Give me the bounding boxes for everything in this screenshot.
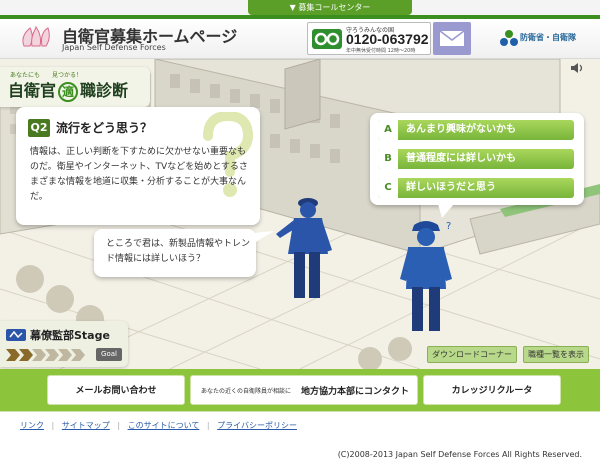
footer-divider — [0, 411, 600, 412]
phone-hours: 年中無休受付時間 12時〜20時 — [346, 48, 416, 54]
stage-progress: 幕僚監部Stage Goal — [0, 321, 128, 367]
speech-tail — [254, 231, 274, 243]
banner-title: 自衛官適職診断 — [8, 81, 128, 102]
call-center-tab[interactable]: ▼ 募集コールセンター — [248, 0, 412, 15]
stage-badge-icon — [6, 329, 26, 341]
answer-c-letter: C — [378, 178, 398, 198]
question-card: Q2 流行をどう思う？ 情報は、正しい判断を下すために欠かせない重要なものだ。衛… — [16, 107, 260, 225]
officer-character-icon — [276, 198, 332, 298]
stage-label: 幕僚監部Stage — [30, 329, 110, 342]
banner-title-a: 自衛官 — [8, 81, 57, 100]
sound-toggle-icon[interactable] — [570, 62, 584, 74]
student-character-icon: ? — [400, 221, 452, 331]
question-body: 情報は、正しい判断を下すために欠かせない重要なものだ。衛星やインターネット、TV… — [30, 147, 248, 202]
footer-links: リンク | サイトマップ | このサイトについて | プライバシーポリシー — [20, 420, 297, 431]
quiz-banner: あなたにも 見つかる！ 自衛官適職診断 — [0, 67, 150, 107]
answer-b-button[interactable]: B 普通程度には詳しいかも — [378, 149, 574, 169]
footer-separator: | — [117, 421, 121, 430]
goal-label: Goal — [96, 348, 122, 361]
banner-title-b: 適 — [58, 82, 79, 102]
banner-caption: あなたにも 見つかる！ — [10, 72, 83, 79]
contact-label: 地方協力本部にコンタクト — [301, 387, 410, 397]
college-recruiter-button[interactable]: カレッジリクルータ — [423, 375, 561, 405]
ministry-label: 防衛省・自衛隊 — [520, 33, 576, 42]
bottom-nav: メールお問い合わせ あなたの近くの自衛隊員が相談に 地方協力本部にコンタクト カ… — [0, 369, 600, 411]
speech-bubble: ところで君は、新製品情報やトレンド情報には詳しいほう？ — [94, 229, 256, 277]
contact-office-button[interactable]: あなたの近くの自衛隊員が相談に 地方協力本部にコンタクト — [190, 375, 418, 405]
footer-separator: | — [51, 421, 55, 430]
answer-a-button[interactable]: A あんまり興味がないかも — [378, 120, 574, 140]
answer-c-button[interactable]: C 詳しいほうだと思う — [378, 178, 574, 198]
progress-arrows-icon — [6, 349, 85, 361]
footer-link-privacy[interactable]: プライバシーポリシー — [217, 421, 297, 430]
ministry-emblem-icon — [500, 30, 518, 46]
page-subtitle: Japan Self Defense Forces — [62, 43, 166, 52]
contact-caption: あなたの近くの自衛隊員が相談に — [201, 388, 292, 395]
question-title: 流行をどう思う？ — [56, 121, 153, 135]
answer-b-text: 普通程度には詳しいかも — [406, 153, 516, 164]
answer-c-text: 詳しいほうだと思う — [406, 182, 496, 193]
footer-link-links[interactable]: リンク — [20, 421, 44, 430]
footer-link-about[interactable]: このサイトについて — [128, 421, 200, 430]
answers-tail — [438, 204, 454, 218]
answer-b-letter: B — [378, 149, 398, 169]
site-logo-icon[interactable] — [20, 26, 52, 48]
phone-box[interactable]: 守ろうみんなの国 0120-063792 年中無休受付時間 12時〜20時 — [307, 22, 431, 55]
ministry-logo[interactable]: 防衛省・自衛隊 — [500, 28, 590, 48]
copyright: (C)2008-2013 Japan Self Defense Forces A… — [337, 450, 582, 459]
footer-link-sitemap[interactable]: サイトマップ — [62, 421, 110, 430]
phone-icon — [312, 29, 342, 49]
answers-panel: A あんまり興味がないかも B 普通程度には詳しいかも C 詳しいほうだと思う — [370, 113, 584, 205]
site-header: 自衛官募集ホームページ Japan Self Defense Forces 守ろ… — [0, 19, 600, 59]
svg-text:?: ? — [446, 221, 451, 232]
mail-inquiry-button[interactable]: メールお問い合わせ — [47, 375, 185, 405]
banner-title-c: 職診断 — [80, 81, 129, 100]
speech-text: ところで君は、新製品情報やトレンド情報には詳しいほう？ — [106, 239, 251, 264]
download-corner-button[interactable]: ダウンロードコーナー — [427, 346, 517, 363]
answer-a-letter: A — [378, 120, 398, 140]
answer-a-text: あんまり興味がないかも — [406, 124, 516, 135]
question-number-badge: Q2 — [28, 119, 50, 137]
envelope-icon — [439, 30, 465, 46]
phone-number: 0120-063792 — [346, 31, 429, 47]
footer-separator: | — [206, 421, 210, 430]
job-list-button[interactable]: 職種一覧を表示 — [523, 346, 589, 363]
quiz-scene: あなたにも 見つかる！ 自衛官適職診断 Q2 流行をどう思う？ 情報は、正しい判… — [0, 59, 600, 369]
mail-button[interactable] — [433, 22, 471, 55]
